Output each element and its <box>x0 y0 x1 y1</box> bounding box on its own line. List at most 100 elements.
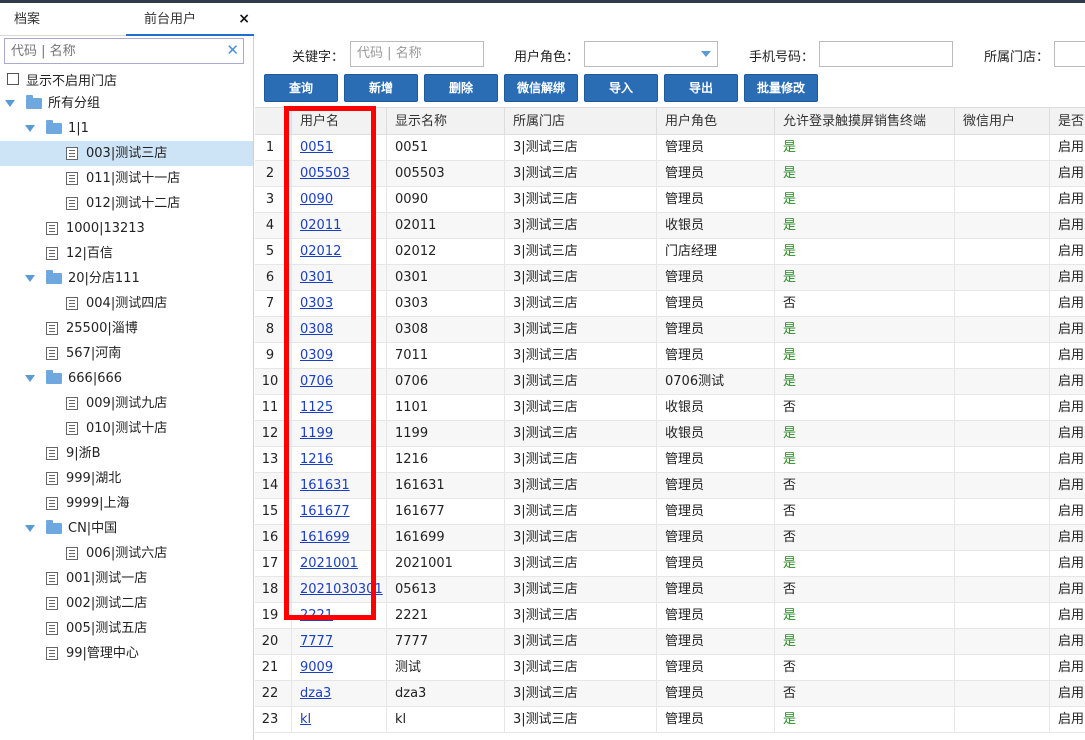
table-row[interactable]: 8 0308 0308 3|测试三店 管理员是启用 <box>255 317 1085 343</box>
username-link[interactable]: 161631 <box>291 473 386 498</box>
username-link[interactable]: 0706 <box>291 369 386 394</box>
tree-node[interactable]: 002|测试二店 <box>0 591 253 616</box>
col-header-wechat-user[interactable]: 微信用户 <box>954 108 1049 135</box>
table-row[interactable]: 4 02011 02011 3|测试三店 收银员是启用 <box>255 213 1085 239</box>
export-button[interactable]: 导出 <box>664 74 738 102</box>
query-button[interactable]: 查询 <box>264 74 338 102</box>
table-row[interactable]: 3 0090 0090 3|测试三店 管理员是启用 <box>255 187 1085 213</box>
tree-node[interactable]: 所有分组 <box>0 91 253 116</box>
username-link[interactable]: 161699 <box>291 525 386 550</box>
username-link[interactable]: 2021030301 <box>291 577 386 602</box>
username-link[interactable]: 005503 <box>291 161 386 186</box>
tree-node[interactable]: 010|测试十店 <box>0 416 253 441</box>
username-link[interactable]: 0051 <box>291 135 386 160</box>
tree-node[interactable]: 666|666 <box>0 366 253 391</box>
tree-node[interactable]: 25500|淄博 <box>0 316 253 341</box>
tree-node[interactable]: 12|百信 <box>0 241 253 266</box>
table-row[interactable]: 23 kl kl 3|测试三店 管理员是启用 <box>255 707 1085 733</box>
table-row[interactable]: 11 1125 1101 3|测试三店 收银员否 启用 <box>255 395 1085 421</box>
expand-arrow-icon[interactable] <box>25 525 35 532</box>
table-row[interactable]: 9 0309 7011 3|测试三店 管理员是 启用 <box>255 343 1085 369</box>
tree-node[interactable]: 001|测试一店 <box>0 566 253 591</box>
tree-node[interactable]: 99|管理中心 <box>0 641 253 666</box>
table-row[interactable]: 20 7777 7777 3|测试三店 管理员是启用 <box>255 629 1085 655</box>
table-row[interactable]: 22 dza3 dza3 3|测试三店 管理员否启用 <box>255 681 1085 707</box>
table-row[interactable]: 17 2021001 2021001 3|测试三店 管理员是启用 <box>255 551 1085 577</box>
username-link[interactable]: kl <box>291 707 386 732</box>
table-row[interactable]: 7 0303 0303 3|测试三店 管理员否启用 <box>255 291 1085 317</box>
tree-node[interactable]: 1|1 <box>0 116 253 141</box>
username-link[interactable]: 161677 <box>291 499 386 524</box>
username-link[interactable]: dza3 <box>291 681 386 706</box>
table-row[interactable]: 6 0301 0301 3|测试三店 管理员是启用 <box>255 265 1085 291</box>
keyword-input[interactable]: 代码 | 名称 <box>350 41 484 67</box>
tree-node[interactable]: 1000|13213 <box>0 216 253 241</box>
batch-edit-button[interactable]: 批量修改 <box>744 74 818 102</box>
tree-node[interactable]: 9999|上海 <box>0 491 253 516</box>
table-row[interactable]: 21 9009 测试 3|测试三店 管理员否 启用 <box>255 655 1085 681</box>
table-row[interactable]: 15 161677 161677 3|测试三店 管理员否启用 <box>255 499 1085 525</box>
username-link[interactable]: 2221 <box>291 603 386 628</box>
col-header-username[interactable]: 用户名 <box>291 108 386 135</box>
username-link[interactable]: 0090 <box>291 187 386 212</box>
tree-node[interactable]: 567|河南 <box>0 341 253 366</box>
tree-node[interactable]: 004|测试四店 <box>0 291 253 316</box>
username-link[interactable]: 02011 <box>291 213 386 238</box>
table-row[interactable]: 2 005503 005503 3|测试三店 管理员是启用 <box>255 161 1085 187</box>
username-link[interactable]: 0301 <box>291 265 386 290</box>
username-link[interactable]: 0303 <box>291 291 386 316</box>
role-select[interactable] <box>584 41 718 67</box>
table-row[interactable]: 19 2221 2221 3|测试三店 管理员是启用 <box>255 603 1085 629</box>
tree-node[interactable]: 20|分店111 <box>0 266 253 291</box>
table-row[interactable]: 16 161699 161699 3|测试三店 管理员否启用 <box>255 525 1085 551</box>
show-disabled-toggle[interactable]: 显示不启用门店 <box>7 69 117 89</box>
username-link[interactable]: 7777 <box>291 629 386 654</box>
tab-archive[interactable]: 档案 <box>14 3 40 36</box>
add-button[interactable]: 新增 <box>344 74 418 102</box>
expand-arrow-icon[interactable] <box>5 100 15 107</box>
wechat-unbind-button[interactable]: 微信解绑 <box>504 74 578 102</box>
table-row[interactable]: 10 0706 0706 3|测试三店 0706测试是启用 <box>255 369 1085 395</box>
col-header-role[interactable]: 用户角色 <box>656 108 774 135</box>
tree-node[interactable]: 011|测试十一店 <box>0 166 253 191</box>
table-row[interactable]: 13 1216 1216 3|测试三店 管理员是启用 <box>255 447 1085 473</box>
close-icon[interactable]: × <box>238 3 250 36</box>
tree-node[interactable]: 006|测试六店 <box>0 541 253 566</box>
username-link[interactable]: 02012 <box>291 239 386 264</box>
username-link[interactable]: 9009 <box>291 655 386 680</box>
tree-node[interactable]: CN|中国 <box>0 516 253 541</box>
table-row[interactable]: 18 2021030301 05613 3|测试三店 管理员否 启用 <box>255 577 1085 603</box>
col-header-display-name[interactable]: 显示名称 <box>386 108 504 135</box>
table-row[interactable]: 14 161631 161631 3|测试三店 管理员否启用 <box>255 473 1085 499</box>
tree-node[interactable]: 012|测试十二店 <box>0 191 253 216</box>
expand-arrow-icon[interactable] <box>25 275 35 282</box>
tree-search-input[interactable] <box>5 39 215 63</box>
col-header-enabled[interactable]: 是否 <box>1049 108 1085 135</box>
checkbox[interactable] <box>7 73 19 85</box>
tree-node[interactable]: 9|浙B <box>0 441 253 466</box>
tree-node[interactable]: 003|测试三店 <box>0 141 253 166</box>
username-link[interactable]: 1216 <box>291 447 386 472</box>
delete-button[interactable]: 删除 <box>424 74 498 102</box>
col-header-touch-login[interactable]: 允许登录触摸屏销售终端 <box>774 108 954 135</box>
tab-frontend-users[interactable]: 前台用户 × <box>126 3 254 36</box>
store-select[interactable] <box>1054 41 1085 67</box>
import-button[interactable]: 导入 <box>584 74 658 102</box>
phone-input[interactable] <box>819 41 953 67</box>
tree-node[interactable]: 005|测试五店 <box>0 616 253 641</box>
expand-arrow-icon[interactable] <box>25 375 35 382</box>
username-link[interactable]: 0309 <box>291 343 386 368</box>
username-link[interactable]: 0308 <box>291 317 386 342</box>
col-header-store[interactable]: 所属门店 <box>504 108 656 135</box>
clear-icon[interactable]: ✕ <box>226 41 239 59</box>
expand-arrow-icon[interactable] <box>25 125 35 132</box>
table-row[interactable]: 5 02012 02012 3|测试三店 门店经理是启用 <box>255 239 1085 265</box>
tree-node[interactable]: 999|湖北 <box>0 466 253 491</box>
username-link[interactable]: 1125 <box>291 395 386 420</box>
table-row[interactable]: 12 1199 1199 3|测试三店 收银员是启用 <box>255 421 1085 447</box>
touch-login: 否 <box>774 577 954 602</box>
username-link[interactable]: 1199 <box>291 421 386 446</box>
table-row[interactable]: 1 0051 0051 3|测试三店 管理员是启用 <box>255 135 1085 161</box>
username-link[interactable]: 2021001 <box>291 551 386 576</box>
tree-node[interactable]: 009|测试九店 <box>0 391 253 416</box>
